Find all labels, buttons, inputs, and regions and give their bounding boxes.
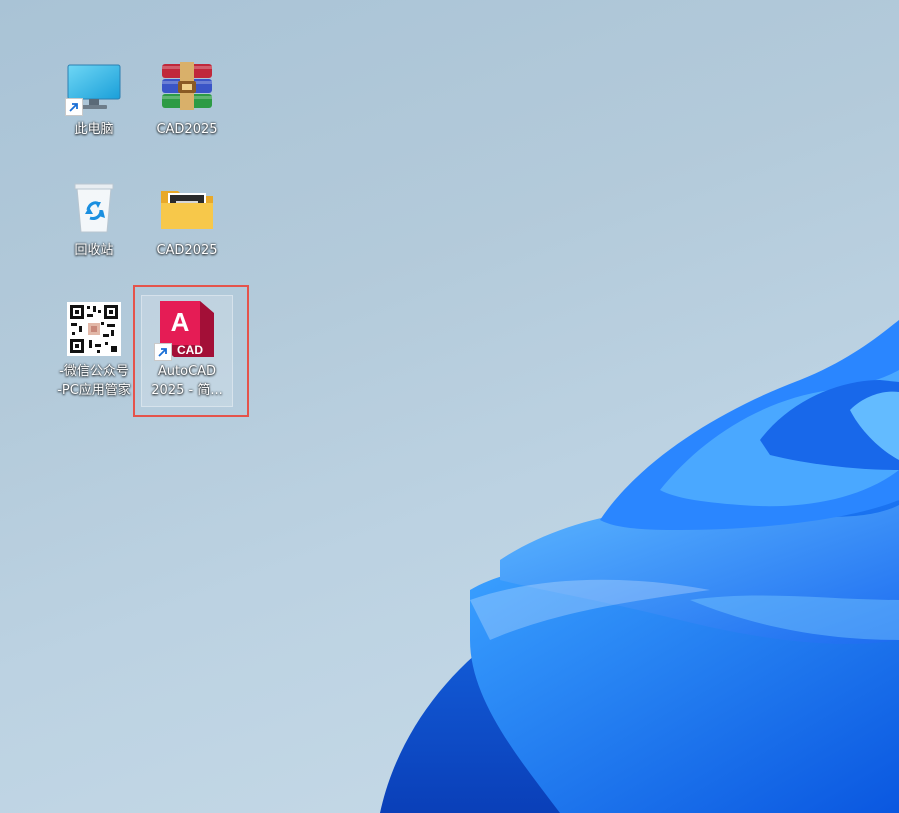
desktop-icon-cad2025-archive[interactable]: CAD2025 — [142, 56, 232, 139]
icon-label: -微信公众号 -PC应用管家 — [49, 362, 139, 400]
autocad-icon: A CAD — [154, 298, 218, 361]
icon-label: CAD2025 — [156, 122, 218, 137]
icon-label: AutoCAD 2025 - 简... — [142, 362, 232, 400]
icon-label-line1: AutoCAD — [157, 364, 217, 379]
winrar-archive-icon — [156, 56, 218, 118]
desktop-icon-this-pc[interactable]: 此电脑 — [49, 56, 139, 139]
monitor-icon — [63, 56, 125, 118]
qr-code-icon — [63, 298, 125, 360]
icon-label: 回收站 — [74, 243, 114, 258]
desktop-icon-qr-code[interactable]: -微信公众号 -PC应用管家 — [49, 298, 139, 400]
icon-label-line2: -PC应用管家 — [57, 383, 131, 398]
shortcut-arrow-icon — [65, 98, 83, 116]
icon-label-line1: -微信公众号 — [59, 364, 129, 379]
autocad-letter: A — [171, 307, 190, 337]
desktop-icon-autocad-2025[interactable]: A CAD AutoCAD 2025 - 简... — [142, 298, 232, 400]
shortcut-arrow-icon — [154, 343, 172, 361]
icon-label: 此电脑 — [74, 122, 114, 137]
desktop-icon-cad2025-folder[interactable]: CAD2025 — [142, 177, 232, 260]
folder-icon — [156, 177, 218, 239]
icon-label: CAD2025 — [156, 243, 218, 258]
desktop-icon-recycle-bin[interactable]: 回收站 — [49, 177, 139, 260]
icon-label-line2: 2025 - 简... — [151, 383, 223, 398]
recycle-bin-icon — [63, 177, 125, 239]
autocad-badge: CAD — [177, 343, 203, 357]
